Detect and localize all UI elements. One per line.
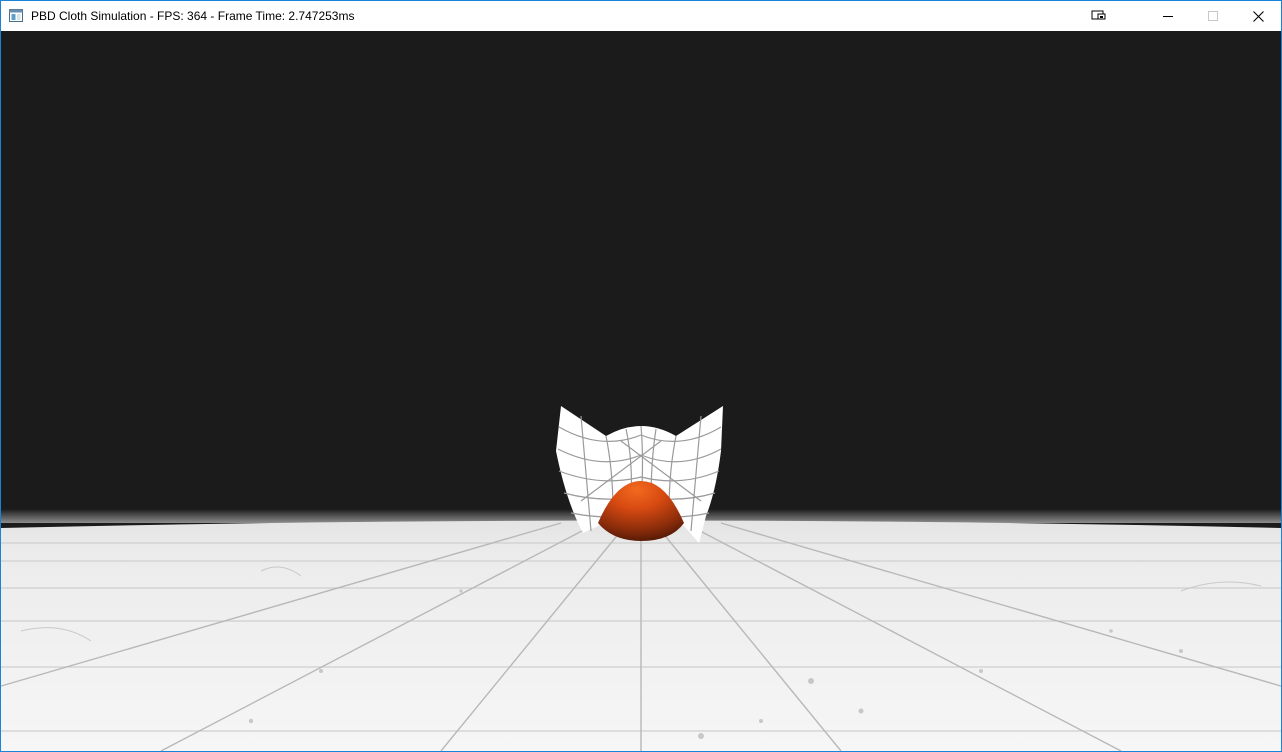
restore-to-window-icon: [1091, 10, 1106, 20]
render-canvas[interactable]: [1, 31, 1281, 751]
app-window-icon: [9, 9, 23, 23]
maximize-icon: [1208, 11, 1218, 21]
pip-button[interactable]: [1076, 1, 1122, 31]
minimize-button[interactable]: [1145, 1, 1191, 31]
close-button[interactable]: [1235, 1, 1281, 31]
application-window: PBD Cloth Simulation - FPS: 364 - Frame …: [0, 0, 1282, 752]
floor-plane: [1, 520, 1281, 751]
title-bar[interactable]: PBD Cloth Simulation - FPS: 364 - Frame …: [1, 1, 1281, 31]
window-title: PBD Cloth Simulation - FPS: 364 - Frame …: [31, 9, 355, 23]
close-icon: [1252, 10, 1264, 22]
minimize-icon: [1163, 16, 1173, 17]
3d-render-viewport[interactable]: [1, 31, 1281, 751]
maximize-button[interactable]: [1190, 1, 1236, 31]
